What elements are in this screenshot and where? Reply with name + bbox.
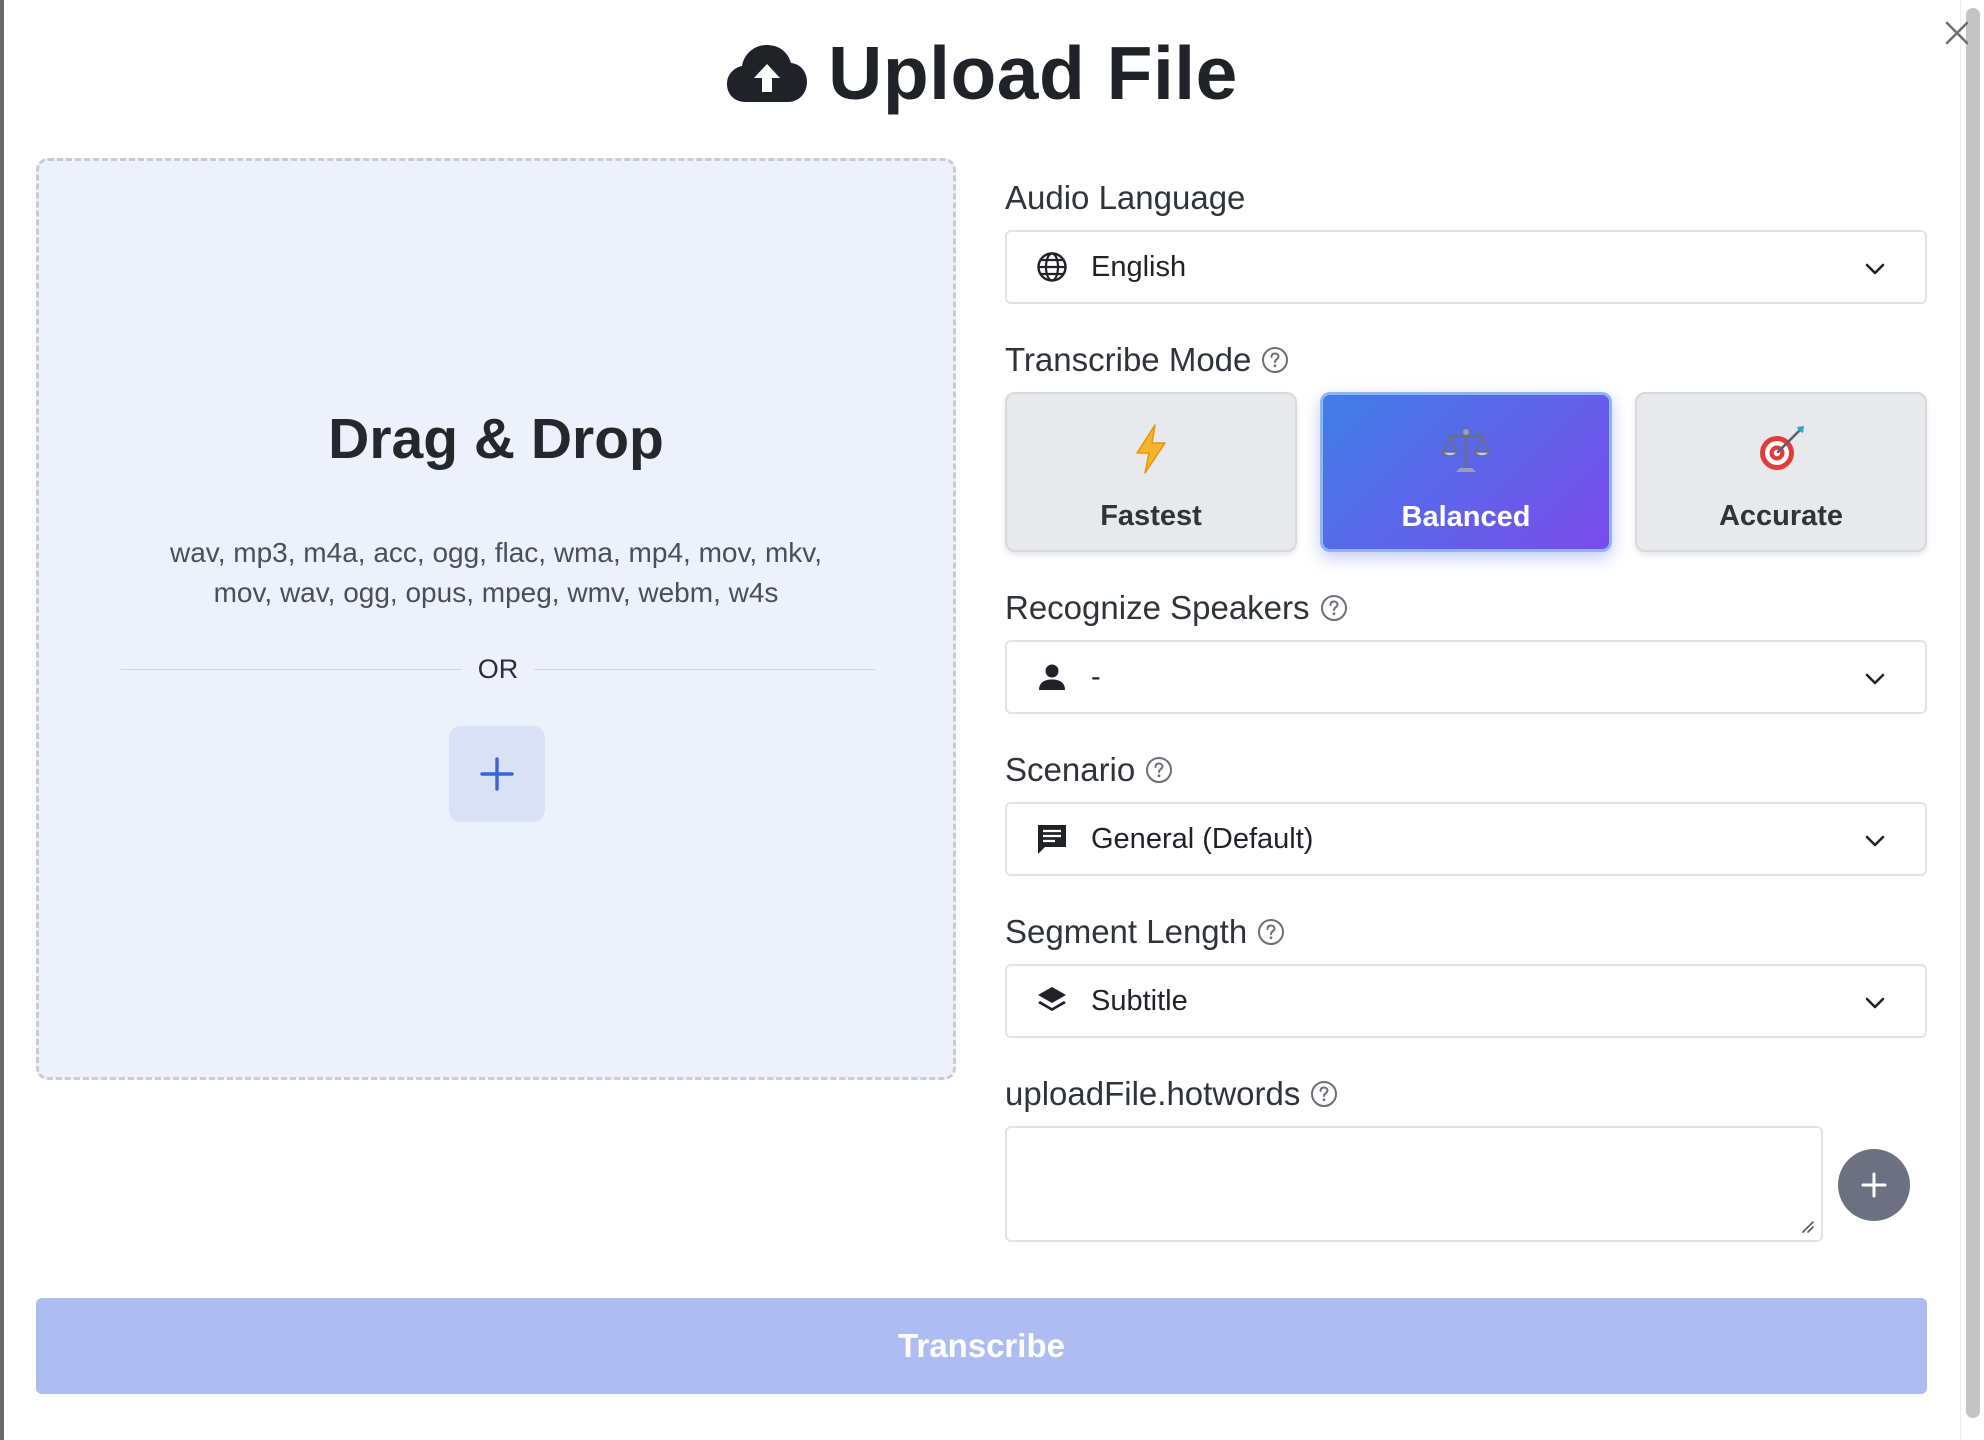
layers-icon (1035, 984, 1069, 1018)
scenario-select[interactable]: General (Default) (1005, 802, 1927, 876)
supported-formats: wav, mp3, m4a, acc, ogg, flac, wma, mp4,… (119, 533, 873, 613)
mode-option-label: Accurate (1718, 500, 1844, 532)
recognize-speakers-select[interactable]: - (1005, 640, 1927, 714)
resize-handle-icon[interactable] (1797, 1216, 1815, 1234)
dialog-header: Upload File (0, 28, 1964, 118)
hotwords-label-text: uploadFile.hotwords (1005, 1075, 1301, 1112)
or-label: OR (477, 653, 519, 684)
transcribe-mode-label-text: Transcribe Mode (1005, 341, 1252, 378)
mode-option-label: Fastest (1100, 500, 1202, 532)
window-edge (0, 0, 4, 1440)
target-icon (1755, 420, 1807, 478)
lightning-icon (1131, 420, 1171, 478)
chevron-down-icon (1865, 263, 1885, 275)
plus-icon (1861, 1172, 1887, 1198)
chevron-down-icon (1865, 997, 1885, 1009)
audio-language-label: Audio Language (1005, 176, 1245, 220)
transcribe-mode-label: Transcribe Mode (1005, 338, 1289, 382)
help-icon[interactable] (1310, 1080, 1338, 1108)
recognize-speakers-label-text: Recognize Speakers (1005, 589, 1310, 626)
chevron-down-icon (1865, 835, 1885, 847)
segment-length-select[interactable]: Subtitle (1005, 964, 1927, 1038)
divider-line (534, 668, 875, 670)
drop-zone-title: Drag & Drop (328, 407, 664, 471)
recognize-speakers-label: Recognize Speakers (1005, 586, 1348, 630)
add-hotword-button[interactable] (1838, 1149, 1910, 1221)
segment-length-value: Subtitle (1091, 984, 1188, 1017)
segment-length-label: Segment Length (1005, 910, 1285, 954)
file-drop-zone[interactable]: Drag & Drop wav, mp3, m4a, acc, ogg, fla… (36, 158, 956, 1080)
recognize-speakers-value: - (1091, 660, 1101, 693)
scenario-label-text: Scenario (1005, 751, 1136, 788)
person-icon (1035, 660, 1069, 694)
divider-line (121, 668, 462, 670)
audio-language-select[interactable]: English (1005, 230, 1927, 304)
scrollbar[interactable] (1960, 0, 1984, 1440)
help-icon[interactable] (1257, 918, 1285, 946)
help-icon[interactable] (1261, 346, 1289, 374)
browse-file-button[interactable] (449, 726, 545, 822)
scales-icon (1440, 421, 1492, 479)
audio-language-label-text: Audio Language (1005, 179, 1246, 216)
segment-length-label-text: Segment Length (1005, 913, 1248, 950)
help-icon[interactable] (1145, 756, 1173, 784)
dialog-title: Upload File (828, 31, 1238, 115)
transcribe-button[interactable]: Transcribe (36, 1298, 1927, 1394)
hotwords-textarea[interactable] (1005, 1126, 1823, 1242)
hotwords-label: uploadFile.hotwords (1005, 1072, 1338, 1116)
supported-formats-line-2: mov, wav, ogg, opus, mpeg, wmv, webm, w4… (213, 577, 779, 608)
help-icon[interactable] (1320, 594, 1348, 622)
mode-option-accurate[interactable]: Accurate (1635, 392, 1927, 552)
or-divider: OR (121, 651, 875, 687)
mode-option-label: Balanced (1401, 501, 1531, 533)
chevron-down-icon (1865, 673, 1885, 685)
mode-option-fastest[interactable]: Fastest (1005, 392, 1297, 552)
transcribe-button-label: Transcribe (898, 1327, 1065, 1364)
upload-file-dialog: Upload File Drag & Drop wav, mp3, m4a, a… (0, 0, 1984, 1440)
scenario-label: Scenario (1005, 748, 1173, 792)
scenario-value: General (Default) (1091, 822, 1314, 855)
globe-icon (1035, 250, 1069, 284)
plus-icon (480, 757, 514, 791)
cloud-upload-icon (727, 45, 808, 102)
scrollbar-thumb[interactable] (1966, 8, 1980, 1418)
supported-formats-line-1: wav, mp3, m4a, acc, ogg, flac, wma, mp4,… (170, 537, 822, 568)
message-icon (1035, 822, 1069, 856)
mode-option-balanced[interactable]: Balanced (1320, 392, 1612, 552)
audio-language-value: English (1091, 250, 1187, 283)
